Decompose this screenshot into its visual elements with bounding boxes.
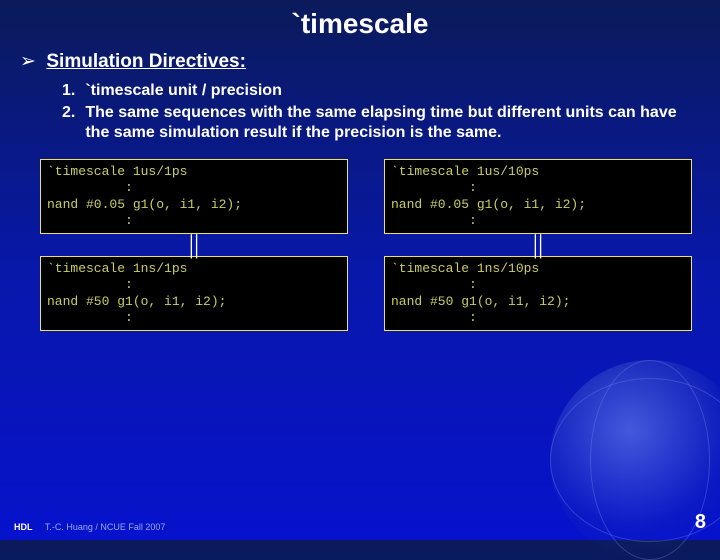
slide-title: `timescale bbox=[0, 0, 720, 50]
numbered-list: 1. `timescale unit / precision 2. The sa… bbox=[0, 73, 720, 143]
section-row: ➢ Simulation Directives: bbox=[0, 50, 720, 73]
code-column-right: `timescale 1us/10ps : nand #0.05 g1(o, i… bbox=[384, 159, 692, 331]
section-header: Simulation Directives: bbox=[46, 51, 246, 72]
footer-credit: T.-C. Huang / NCUE Fall 2007 bbox=[45, 522, 166, 532]
list-text: The same sequences with the same elapsin… bbox=[85, 103, 720, 143]
code-box-left-top: `timescale 1us/1ps : nand #0.05 g1(o, i1… bbox=[40, 159, 348, 234]
code-box-left-bottom: `timescale 1ns/1ps : nand #50 g1(o, i1, … bbox=[40, 256, 348, 331]
equivalence-symbol: || bbox=[384, 234, 692, 256]
equivalence-symbol: || bbox=[40, 234, 348, 256]
list-item: 2. The same sequences with the same elap… bbox=[62, 103, 720, 143]
list-number: 2. bbox=[62, 103, 85, 143]
code-box-right-top: `timescale 1us/10ps : nand #0.05 g1(o, i… bbox=[384, 159, 692, 234]
footer: HDL T.-C. Huang / NCUE Fall 2007 bbox=[14, 522, 165, 532]
list-item: 1. `timescale unit / precision bbox=[62, 81, 720, 101]
list-number: 1. bbox=[62, 81, 85, 101]
code-box-right-bottom: `timescale 1ns/10ps : nand #50 g1(o, i1,… bbox=[384, 256, 692, 331]
code-area: `timescale 1us/1ps : nand #0.05 g1(o, i1… bbox=[0, 145, 720, 331]
code-column-left: `timescale 1us/1ps : nand #0.05 g1(o, i1… bbox=[40, 159, 348, 331]
page-number: 8 bbox=[695, 511, 706, 534]
footer-hdl: HDL bbox=[14, 522, 33, 532]
bullet-icon: ➢ bbox=[20, 50, 42, 73]
list-text: `timescale unit / precision bbox=[85, 81, 720, 101]
